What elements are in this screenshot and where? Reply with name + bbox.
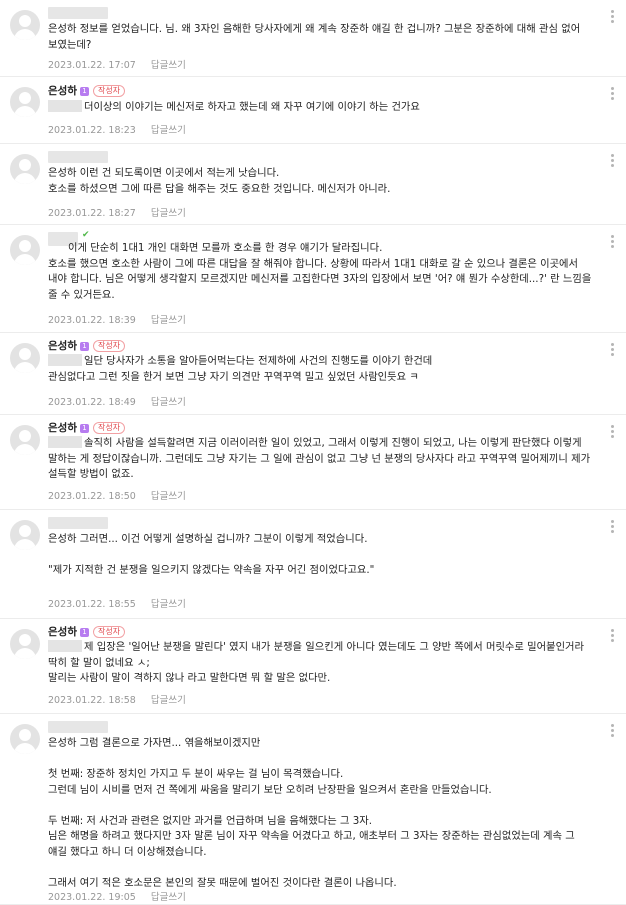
mention-blurred — [48, 640, 82, 652]
comment-text: 솔직히 사람을 설득할려면 지금 이러이러한 일이 있었고, 그래서 이렇게 진… — [48, 437, 594, 480]
avatar[interactable] — [10, 235, 40, 265]
reply-button[interactable]: 답글쓰기 — [151, 125, 186, 136]
more-options-icon[interactable] — [611, 520, 614, 533]
avatar[interactable] — [10, 87, 40, 117]
reply-button[interactable]: 답글쓰기 — [151, 397, 186, 408]
avatar[interactable] — [10, 724, 40, 754]
more-options-icon[interactable] — [611, 235, 614, 248]
nickname-blurred[interactable] — [48, 151, 108, 163]
author-badge: 작성자 — [92, 85, 126, 97]
comment-item: 은성하 1 작성자 일단 당사자가 소통을 알아듣어먹는다는 전제하에 사건의 진행… — [0, 333, 626, 415]
comment-item: 은성하 1 작성자 더이상의 이야기는 메신저로 하자고 했는데 왜 자꾸 여기에 … — [0, 77, 626, 144]
more-options-icon[interactable] — [611, 629, 614, 642]
level-icon: 1 — [79, 628, 89, 637]
nickname-blurred[interactable] — [48, 721, 108, 733]
comment-date: 2023.01.22. 19:05 — [48, 892, 136, 903]
comment-meta: 2023.01.22. 18:27 답글쓰기 — [48, 205, 186, 219]
nickname-blurred[interactable] — [48, 517, 108, 529]
reply-button[interactable]: 답글쓰기 — [151, 892, 186, 903]
comment-date: 2023.01.22. 18:50 — [48, 491, 136, 502]
comment-item: 은성하 1 작성자 솔직히 사람을 설득할려면 지금 이러이러한 일이 있었고, 그… — [0, 415, 626, 510]
comment-item: 은성하 정보를 얻었습니다. 님. 왜 3자인 음해한 당사자에게 왜 계속 장… — [0, 0, 626, 77]
comment-text: 은성하 그럼 결론으로 가자면... 엮을해보이겠지만 첫 번째: 장준하 정치… — [48, 737, 575, 889]
more-options-icon[interactable] — [611, 10, 614, 23]
avatar[interactable] — [10, 425, 40, 455]
nickname[interactable]: 은성하 — [48, 422, 77, 434]
mention-blurred — [48, 100, 82, 112]
more-options-icon[interactable] — [611, 154, 614, 167]
more-options-icon[interactable] — [611, 87, 614, 100]
comment-header: 은성하 1 작성자 — [48, 421, 126, 435]
level-icon: 1 — [79, 87, 89, 96]
nickname[interactable]: 은성하 — [48, 340, 77, 352]
comment-meta: 2023.01.22. 19:05 답글쓰기 — [48, 889, 186, 903]
comment-header: 은성하 1 작성자 — [48, 339, 126, 353]
comment-item: 은성하 그럼 결론으로 가자면... 엮을해보이겠지만 첫 번째: 장준하 정치… — [0, 714, 626, 905]
comment-text-wrap: 더이상의 이야기는 메신저로 하자고 했는데 왜 자꾸 여기에 이야기 하는 건… — [48, 100, 596, 116]
avatar[interactable] — [10, 520, 40, 550]
comment-meta: 2023.01.22. 18:50 답글쓰기 — [48, 488, 186, 502]
comment-date: 2023.01.22. 18:49 — [48, 397, 136, 408]
reply-button[interactable]: 답글쓰기 — [151, 491, 186, 502]
comment-date: 2023.01.22. 18:58 — [48, 695, 136, 706]
comment-text: 은성하 정보를 얻었습니다. 님. 왜 3자인 음해한 당사자에게 왜 계속 장… — [48, 23, 584, 51]
comment-text: 은성하 그러면... 이건 어떻게 설명하실 겁니까? 그분이 이렇게 적었습니… — [48, 533, 375, 576]
comment-text: 일단 당사자가 소통을 알아듣어먹는다는 전제하에 사건의 진행도를 이야기 한… — [48, 355, 433, 383]
comment-meta: 2023.01.22. 18:49 답글쓰기 — [48, 394, 186, 408]
comment-text: 더이상의 이야기는 메신저로 하자고 했는데 왜 자꾸 여기에 이야기 하는 건… — [84, 101, 420, 113]
comment-meta: 2023.01.22. 18:39 답글쓰기 — [48, 312, 186, 326]
comment-item: 은성하 이런 건 되도록이면 이곳에서 적는게 낫습니다. 호소를 하셨으면 그… — [0, 144, 626, 225]
comment-meta: 2023.01.22. 18:58 답글쓰기 — [48, 692, 186, 706]
avatar[interactable] — [10, 10, 40, 40]
more-options-icon[interactable] — [611, 343, 614, 356]
reply-button[interactable]: 답글쓰기 — [151, 60, 186, 71]
more-options-icon[interactable] — [611, 724, 614, 737]
comment-text-wrap: 제 입장은 '일어난 분쟁을 말린다' 였지 내가 분쟁을 일으킨게 아니다 였… — [48, 640, 596, 687]
comment-date: 2023.01.22. 18:55 — [48, 599, 136, 610]
comment-item: ✔ 이게 단순히 1대1 개인 대화면 모를까 호소를 한 경우 얘기가 달라집… — [0, 225, 626, 333]
comment-meta: 2023.01.22. 18:23 답글쓰기 — [48, 122, 186, 136]
avatar[interactable] — [10, 629, 40, 659]
comment-header: 은성하 1 작성자 — [48, 84, 126, 98]
reply-button[interactable]: 답글쓰기 — [151, 208, 186, 219]
comment-date: 2023.01.22. 18:39 — [48, 315, 136, 326]
more-options-icon[interactable] — [611, 425, 614, 438]
author-badge: 작성자 — [92, 422, 126, 434]
comment-item: 은성하 1 작성자 제 입장은 '일어난 분쟁을 말린다' 였지 내가 분쟁을 일으… — [0, 619, 626, 714]
mention-blurred — [48, 436, 82, 448]
author-badge: 작성자 — [92, 340, 126, 352]
comment-meta: 2023.01.22. 17:07 답글쓰기 — [48, 57, 186, 71]
comment-text-wrap: 솔직히 사람을 설득할려면 지금 이러이러한 일이 있었고, 그래서 이렇게 진… — [48, 436, 596, 483]
comment-text: 은성하 이런 건 되도록이면 이곳에서 적는게 낫습니다. 호소를 하셨으면 그… — [48, 167, 391, 195]
nickname-blurred[interactable] — [48, 7, 108, 19]
check-icon: ✔ — [82, 230, 90, 240]
comment-text-wrap: 일단 당사자가 소통을 알아듣어먹는다는 전제하에 사건의 진행도를 이야기 한… — [48, 354, 596, 385]
nickname[interactable]: 은성하 — [48, 626, 77, 638]
comment-list: 은성하 정보를 얻었습니다. 님. 왜 3자인 음해한 당사자에게 왜 계속 장… — [0, 0, 626, 905]
comment-text: 제 입장은 '일어난 분쟁을 말린다' 였지 내가 분쟁을 일으킨게 아니다 였… — [48, 641, 584, 684]
reply-button[interactable]: 답글쓰기 — [151, 599, 186, 610]
comment-header: 은성하 1 작성자 — [48, 625, 126, 639]
comment-date: 2023.01.22. 18:23 — [48, 125, 136, 136]
comment-date: 2023.01.22. 17:07 — [48, 60, 136, 71]
comment-text: 이게 단순히 1대1 개인 대화면 모를까 호소를 한 경우 얘기가 달라집니다… — [48, 242, 592, 301]
avatar[interactable] — [10, 154, 40, 184]
avatar[interactable] — [10, 343, 40, 373]
level-icon: 1 — [79, 424, 89, 433]
comment-meta: 2023.01.22. 18:55 답글쓰기 — [48, 596, 186, 610]
nickname[interactable]: 은성하 — [48, 85, 77, 97]
comment-item: 은성하 그러면... 이건 어떻게 설명하실 겁니까? 그분이 이렇게 적었습니… — [0, 510, 626, 619]
mention-blurred — [48, 354, 82, 366]
reply-button[interactable]: 답글쓰기 — [151, 315, 186, 326]
reply-button[interactable]: 답글쓰기 — [151, 695, 186, 706]
comment-date: 2023.01.22. 18:27 — [48, 208, 136, 219]
level-icon: 1 — [79, 342, 89, 351]
author-badge: 작성자 — [92, 626, 126, 638]
